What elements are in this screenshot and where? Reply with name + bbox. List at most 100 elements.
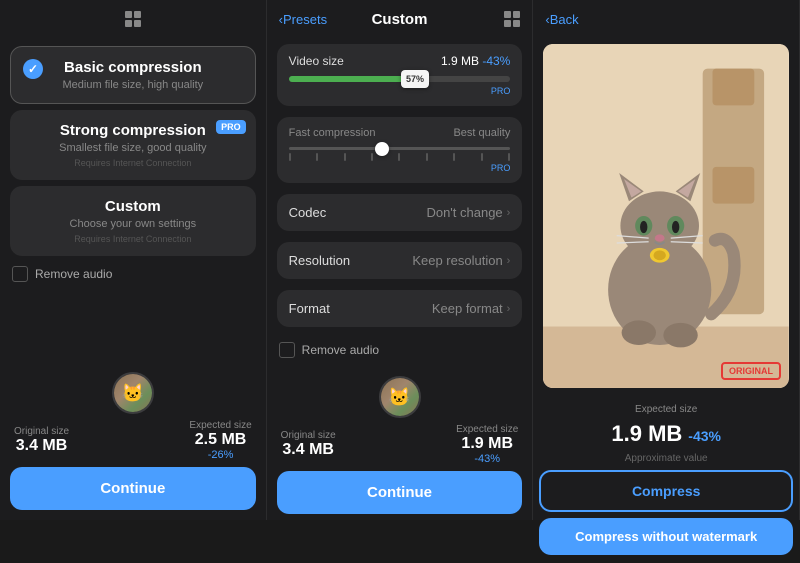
strong-compression-card[interactable]: PRO Strong compression Smallest file siz… — [10, 110, 256, 180]
panel1-expected-size: Expected size 2.5 MB -26% — [189, 420, 251, 461]
panel2-remove-audio-row[interactable]: Remove audio — [277, 338, 523, 362]
codec-value: Don't change — [426, 205, 502, 220]
format-chevron-icon: › — [507, 303, 511, 315]
basic-compression-card[interactable]: Basic compression Medium file size, high… — [10, 46, 256, 104]
video-size-slider-track[interactable]: 57% — [289, 76, 511, 82]
video-size-row: Video size 1.9 MB -43% — [289, 54, 511, 68]
cat-svg — [543, 44, 789, 388]
panel2-grid-icon[interactable] — [504, 11, 520, 27]
panel3-expected-size-row: 1.9 MB -43% — [611, 421, 721, 447]
panel2-back-label: Presets — [283, 12, 327, 27]
pro-badge: PRO — [216, 120, 246, 134]
panel3-expected-change: -43% — [688, 428, 721, 444]
panel1-size-row: Original size 3.4 MB Expected size 2.5 M… — [10, 420, 256, 461]
panel1-thumbnail: 🐱 — [112, 372, 154, 414]
selected-check — [23, 59, 43, 79]
panel2-original-size: Original size 3.4 MB — [281, 430, 336, 459]
panel-custom-settings: ‹ Presets Custom Video size 1.9 MB -43% — [267, 0, 534, 520]
quality-ticks — [289, 153, 511, 161]
video-size-change: -43% — [482, 54, 510, 68]
cat-image-preview: ORIGINAL — [543, 44, 789, 388]
panel1-original-size: Original size 3.4 MB — [14, 426, 69, 455]
panel3-expected-value: 1.9 MB — [611, 421, 682, 447]
resolution-label: Resolution — [289, 253, 350, 268]
video-size-slider-thumb[interactable]: 57% — [401, 70, 429, 88]
panel1-bottom: 🐱 Original size 3.4 MB Expected size 2.5… — [0, 364, 266, 520]
panel1-thumbnail-area: 🐱 — [10, 372, 256, 414]
codec-value-area: Don't change › — [426, 205, 510, 220]
resolution-row[interactable]: Resolution Keep resolution › — [277, 242, 523, 279]
panel1-header — [0, 0, 266, 38]
panel1-continue-button[interactable]: Continue — [10, 467, 256, 510]
panel1-original-label: Original size — [14, 426, 69, 437]
panel2-expected-size: Expected size 1.9 MB -43% — [456, 424, 518, 465]
panel2-expected-label: Expected size — [456, 424, 518, 435]
panel1-expected-value: 2.5 MB — [195, 431, 247, 449]
custom-compression-card[interactable]: Custom Choose your own settings Requires… — [10, 186, 256, 256]
panel1-original-value: 3.4 MB — [16, 437, 68, 455]
panel2-size-row: Original size 3.4 MB Expected size 1.9 M… — [277, 424, 523, 465]
format-value: Keep format — [432, 301, 503, 316]
video-size-value: 1.9 MB -43% — [441, 54, 510, 68]
panel2-bottom: 🐱 Original size 3.4 MB Expected size 1.9… — [267, 368, 533, 524]
custom-compression-title: Custom — [24, 198, 242, 215]
panel-compression-options: Basic compression Medium file size, high… — [0, 0, 267, 520]
resolution-value: Keep resolution — [412, 253, 502, 268]
quality-section: Fast compression Best quality PRO — [277, 117, 523, 183]
quality-slider-track[interactable] — [289, 147, 511, 150]
video-size-section: Video size 1.9 MB -43% 57% PRO — [277, 44, 523, 106]
strong-requires-text: Requires Internet Connection — [24, 158, 242, 168]
video-size-slider-fill — [289, 76, 415, 82]
quality-pro-label: PRO — [289, 163, 511, 173]
panel2-expected-value: 1.9 MB — [461, 435, 513, 453]
remove-audio-label: Remove audio — [35, 267, 112, 281]
remove-audio-checkbox[interactable] — [12, 266, 28, 282]
panel1-cat-icon: 🐱 — [114, 374, 152, 412]
quality-slider-thumb[interactable] — [375, 142, 389, 156]
panel3-back-label: Back — [550, 12, 579, 27]
video-size-pro-label: PRO — [289, 86, 511, 96]
strong-compression-title: Strong compression — [24, 122, 242, 139]
panel3-approx-label: Approximate value — [625, 453, 708, 464]
panel3-expected-label: Expected size — [635, 404, 697, 415]
panel2-thumbnail: 🐱 — [379, 376, 421, 418]
video-size-label: Video size — [289, 54, 344, 68]
panel2-original-label: Original size — [281, 430, 336, 441]
custom-compression-subtitle: Choose your own settings — [24, 218, 242, 230]
resolution-chevron-icon: › — [507, 255, 511, 267]
codec-label: Codec — [289, 205, 327, 220]
compress-no-watermark-button[interactable]: Compress without watermark — [539, 518, 793, 555]
panel2-expected-change: -43% — [474, 453, 500, 465]
best-quality-label: Best quality — [453, 127, 510, 139]
codec-chevron-icon: › — [507, 207, 511, 219]
panel2-remove-audio-label: Remove audio — [302, 343, 379, 357]
slider-percent-label: 57% — [406, 74, 424, 84]
panel-preview: ‹ Back — [533, 0, 800, 520]
fast-compression-label: Fast compression — [289, 127, 376, 139]
grid-icon[interactable] — [125, 11, 141, 27]
panel3-bottom: Expected size 1.9 MB -43% Approximate va… — [533, 394, 799, 563]
remove-audio-row[interactable]: Remove audio — [10, 262, 256, 286]
resolution-value-area: Keep resolution › — [412, 253, 510, 268]
preview-content: ORIGINAL — [533, 38, 799, 394]
panel2-original-value: 3.4 MB — [282, 441, 334, 459]
format-row[interactable]: Format Keep format › — [277, 290, 523, 327]
strong-compression-subtitle: Smallest file size, good quality — [24, 142, 242, 154]
panel3-back-button[interactable]: ‹ Back — [545, 12, 578, 27]
codec-row[interactable]: Codec Don't change › — [277, 194, 523, 231]
panel2-content: Video size 1.9 MB -43% 57% PRO Fast comp… — [267, 38, 533, 368]
custom-requires-text: Requires Internet Connection — [24, 234, 242, 244]
quality-header: Fast compression Best quality — [289, 127, 511, 139]
panel1-expected-label: Expected size — [189, 420, 251, 431]
panel2-cat-icon: 🐱 — [381, 378, 419, 416]
panel3-header: ‹ Back — [533, 0, 799, 38]
panel2-back-button[interactable]: ‹ Presets — [279, 12, 327, 27]
format-label: Format — [289, 301, 330, 316]
panel2-continue-button[interactable]: Continue — [277, 471, 523, 514]
compress-button[interactable]: Compress — [539, 470, 793, 512]
panel1-expected-change: -26% — [208, 449, 234, 461]
panel1-content: Basic compression Medium file size, high… — [0, 38, 266, 364]
panel2-remove-audio-checkbox[interactable] — [279, 342, 295, 358]
video-size-number: 1.9 MB — [441, 54, 479, 68]
panel2-title: Custom — [372, 11, 428, 28]
